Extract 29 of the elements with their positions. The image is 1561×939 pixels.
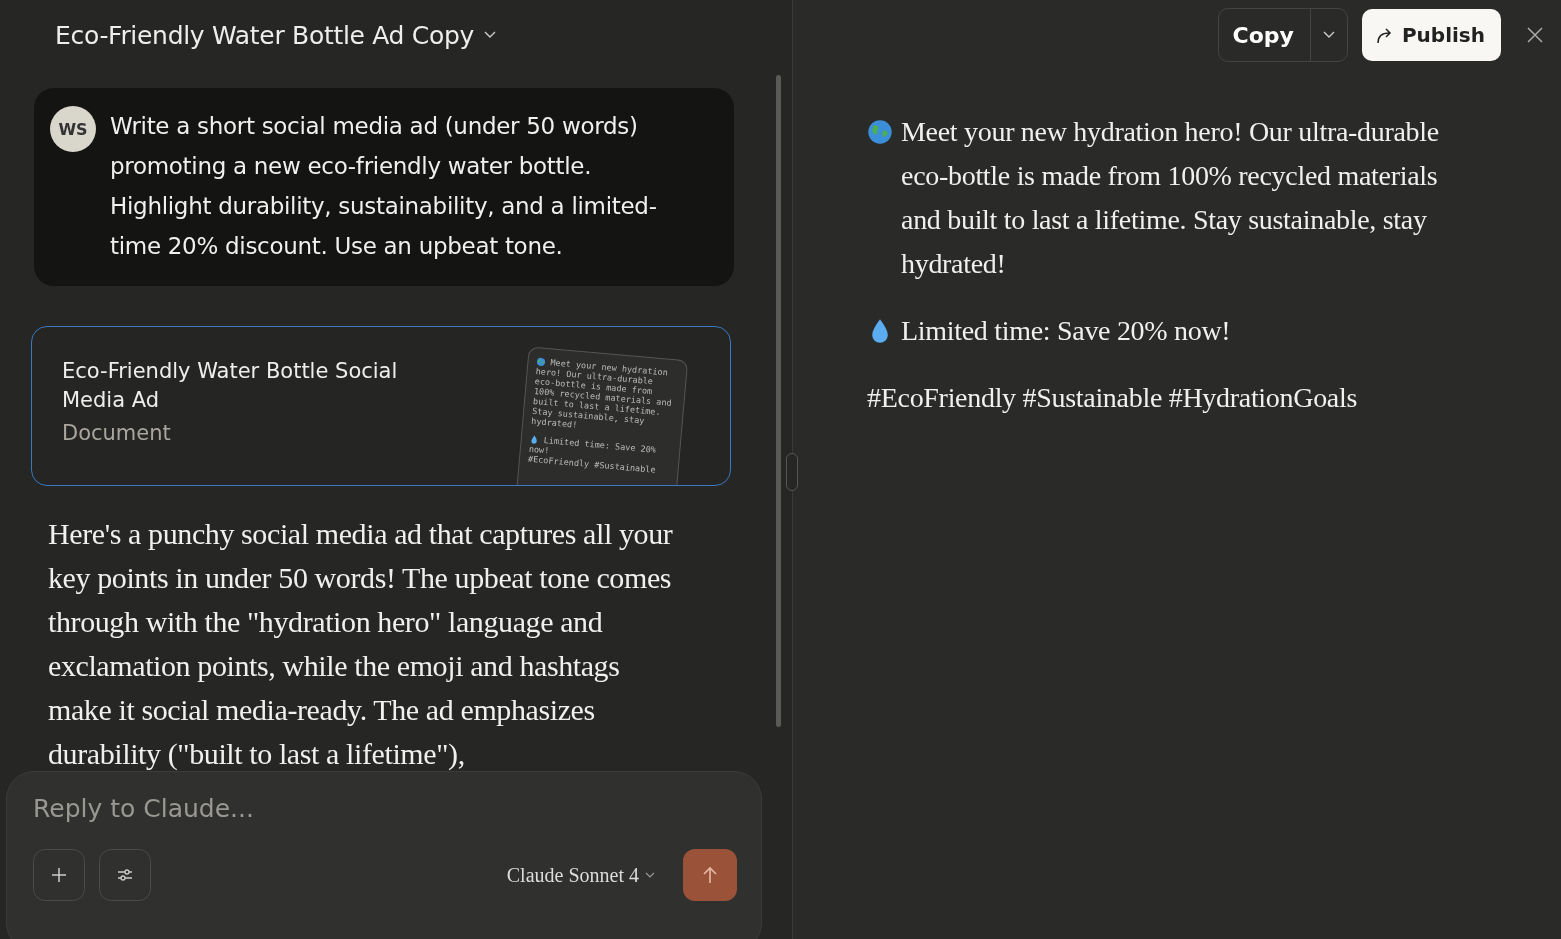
chevron-down-icon [645, 872, 655, 878]
chevron-down-icon [484, 31, 497, 39]
thumbnail-text: #EcoFriendly #Sustainable [527, 453, 656, 475]
chevron-down-icon [1322, 31, 1335, 39]
globe-icon [536, 356, 546, 367]
artifact-title: Eco-Friendly Water Bottle Social Media Ad [62, 358, 399, 414]
user-message-text: Write a short social media ad (under 50 words) promoting a new eco-friendly water bottle. Highlight durability, sustainability, and a limited-time 20% discount. Use an upbeat tone. [110, 112, 658, 261]
send-button[interactable] [683, 849, 737, 901]
response-text: Here's a punchy social media ad that captures all your key points in under 50 words! The upbeat tone comes through with the "hydration hero" language and exclamation points, while the emoji and hashtags make it social media-ready. The ad emphasizes durability ("built to last a lifetime"), [48, 516, 673, 772]
document-paragraph: #EcoFriendly #Sustainable #HydrationGoals [867, 381, 1358, 415]
reply-field[interactable]: Reply to Claude... [33, 794, 737, 823]
droplet-icon [529, 434, 540, 444]
sliders-icon [116, 866, 134, 884]
user-avatar: WS [50, 106, 96, 152]
thumbnail-text: now! [528, 443, 550, 456]
resize-handle[interactable] [786, 453, 798, 491]
arrow-up-icon [701, 865, 719, 885]
model-selector[interactable]: Claude Sonnet 4 [506, 863, 655, 887]
document-paragraph: Meet your new hydration hero! Our ultra-durable eco-bottle is made from 100% recycled materials and built to last a lifetime. Stay sustainable, stay hydrated! [901, 115, 1440, 281]
tools-button[interactable] [99, 849, 151, 901]
scrollbar[interactable] [776, 75, 781, 727]
document-paragraph: Limited time: Save 20% now! [901, 314, 1231, 348]
artifact-type: Document [62, 421, 172, 445]
close-icon [1526, 26, 1544, 44]
globe-icon [867, 119, 893, 145]
artifact-card[interactable] [31, 326, 731, 486]
plus-icon [50, 866, 68, 884]
publish-button[interactable]: Publish [1361, 9, 1501, 61]
chat-title-menu[interactable]: Eco-Friendly Water Bottle Ad Copy [55, 20, 497, 50]
